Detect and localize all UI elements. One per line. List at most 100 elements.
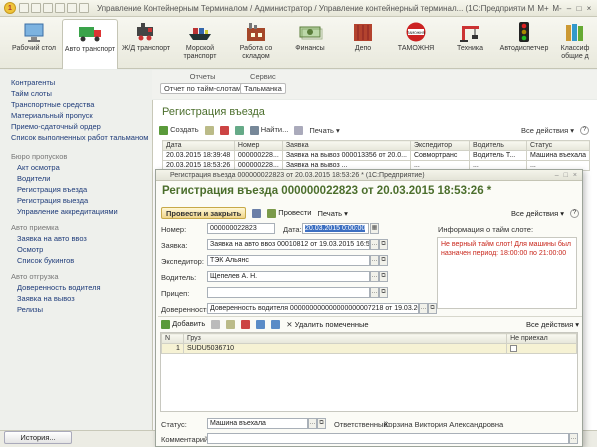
section-machinery[interactable]: Техника	[442, 19, 498, 67]
memory-mminus-button[interactable]: M-	[550, 4, 564, 13]
col-driver[interactable]: Водитель	[468, 140, 528, 151]
find-button[interactable]: Найти...	[249, 125, 288, 135]
back-icon[interactable]	[19, 3, 29, 13]
forwarder-field[interactable]: ТЭК Альянс	[207, 255, 370, 266]
create-button[interactable]: Создать	[159, 125, 199, 135]
cell-not-arrived-checkbox[interactable]	[506, 343, 577, 354]
move-down-icon[interactable]	[271, 319, 281, 329]
delete-icon[interactable]	[241, 319, 251, 329]
form-print-dropdown[interactable]: Печать ▾	[317, 209, 347, 218]
history-button[interactable]: История...	[4, 431, 72, 444]
all-actions-dropdown[interactable]: Все действия ▾	[521, 126, 574, 135]
trailer-field[interactable]	[207, 287, 370, 298]
comment-field[interactable]	[207, 433, 569, 444]
nav-link[interactable]: Материальный пропуск	[11, 111, 93, 120]
add-cargo-button[interactable]: Добавить	[161, 319, 205, 329]
history-icon[interactable]	[67, 3, 77, 13]
col-status[interactable]: Статус	[526, 140, 590, 151]
open-button[interactable]: ⧉	[379, 271, 388, 282]
nav-link[interactable]: Водители	[17, 174, 50, 183]
number-field[interactable]: 000000022823	[207, 223, 275, 234]
request-field[interactable]: Заявка на авто ввоз 00010812 от 19.03.20…	[207, 239, 370, 250]
nav-link[interactable]: Управление аккредитациями	[17, 207, 118, 216]
nav-link[interactable]: Заявка на авто ввоз	[17, 234, 87, 243]
favorites-icon[interactable]	[55, 3, 65, 13]
proxy-field[interactable]: Доверенность водителя 000000000000000000…	[207, 303, 419, 314]
col-number[interactable]: Номер	[233, 140, 283, 151]
responsible-value[interactable]: Корзина Виктория Александровна	[384, 420, 503, 429]
edit-icon[interactable]	[226, 319, 236, 329]
remove-marked-button[interactable]: ✕ Удалить помеченные	[286, 320, 368, 329]
col-request[interactable]: Заявка	[281, 140, 411, 151]
section-classifiers[interactable]: Классиф общие д	[550, 19, 597, 67]
form-help-icon[interactable]: ?	[570, 208, 579, 218]
section-sea-transport[interactable]: Морской транспорт	[172, 19, 228, 67]
nav-link[interactable]: Доверенность водителя	[17, 283, 101, 292]
form-maximize-button[interactable]: □	[564, 172, 568, 179]
section-desktop[interactable]: Рабочий стол	[6, 19, 62, 67]
nav-link[interactable]: Регистрация въезда	[17, 185, 87, 194]
timeslot-report-button[interactable]: Отчет по тайм-слотам	[160, 83, 246, 94]
calendar-icon[interactable]: ▦	[370, 223, 379, 234]
save-icon[interactable]	[252, 208, 262, 218]
select-button[interactable]: …	[370, 255, 379, 266]
section-depot[interactable]: Депо	[335, 19, 391, 67]
edit-icon[interactable]	[204, 125, 214, 135]
section-customs[interactable]: ТАМОЖНЯ ТАМОЖНЯ	[388, 19, 444, 67]
select-button[interactable]: …	[370, 271, 379, 282]
nav-link[interactable]: Заявка на вывоз	[17, 294, 75, 303]
nav-link[interactable]: Акт осмотра	[17, 163, 60, 172]
select-button[interactable]: …	[419, 303, 428, 314]
help-icon[interactable]: ?	[580, 125, 589, 135]
move-up-icon[interactable]	[256, 319, 266, 329]
1c-logo-icon[interactable]: 1	[4, 2, 16, 14]
home-icon[interactable]	[43, 3, 53, 13]
cancel-search-icon[interactable]	[294, 125, 304, 135]
select-button[interactable]: …	[370, 287, 379, 298]
nav-link[interactable]: Регистрация выезда	[17, 196, 88, 205]
select-button[interactable]: …	[370, 239, 379, 250]
refresh-icon[interactable]	[234, 125, 244, 135]
select-button[interactable]: …	[308, 418, 317, 429]
section-auto-transport[interactable]: Авто транспорт	[62, 19, 118, 69]
minimize-button[interactable]: –	[564, 4, 574, 13]
section-rail-transport[interactable]: Ж/Д транспорт	[118, 19, 174, 67]
col-date[interactable]: Дата	[162, 140, 235, 151]
open-button[interactable]: ⧉	[379, 239, 388, 250]
delete-icon[interactable]	[219, 125, 229, 135]
select-button[interactable]: …	[569, 433, 578, 444]
open-button[interactable]: ⧉	[379, 255, 388, 266]
post-button[interactable]: Провести	[267, 208, 311, 218]
table-row[interactable]: 20.03.2015 18:39:48 000000228... Заявка …	[162, 150, 590, 161]
nav-link[interactable]: Приемо-сдаточный ордер	[11, 122, 101, 131]
open-button[interactable]: ⧉	[317, 418, 326, 429]
open-button[interactable]: ⧉	[379, 287, 388, 298]
open-button[interactable]: ⧉	[428, 303, 437, 314]
copy-icon[interactable]	[211, 319, 221, 329]
nav-link[interactable]: Список букингов	[17, 256, 74, 265]
form-minimize-button[interactable]: –	[555, 172, 559, 179]
col-not-arrived[interactable]: Не приехал	[506, 333, 577, 344]
memory-m-button[interactable]: M	[526, 4, 536, 13]
search-icon[interactable]	[79, 3, 89, 13]
nav-link[interactable]: Релизы	[17, 305, 43, 314]
maximize-button[interactable]: □	[574, 4, 584, 13]
checkbox[interactable]	[510, 344, 518, 352]
col-cargo[interactable]: Груз	[182, 333, 508, 344]
section-finance[interactable]: Финансы	[282, 19, 338, 67]
nav-link[interactable]: Тайм слоты	[11, 89, 52, 98]
post-and-close-button[interactable]: Провести и закрыть	[161, 207, 247, 219]
form-close-button[interactable]: ×	[573, 172, 577, 179]
tallyman-button[interactable]: Тальманка	[240, 83, 286, 94]
close-button[interactable]: ×	[584, 4, 594, 13]
form-all-actions-dropdown[interactable]: Все действия ▾	[511, 209, 564, 218]
nav-link[interactable]: Транспортные средства	[11, 100, 94, 109]
driver-field[interactable]: Щепелев А. Н.	[207, 271, 370, 282]
nav-link[interactable]: Осмотр	[17, 245, 43, 254]
table-row[interactable]: 1 SUDU5036710	[161, 343, 577, 354]
nav-link[interactable]: Контрагенты	[11, 78, 55, 87]
col-n[interactable]: N	[161, 333, 184, 344]
status-field[interactable]: Машина въехала	[207, 418, 308, 429]
col-forwarder[interactable]: Экспедитор	[409, 140, 470, 151]
date-field[interactable]: 20.03.2015 0:00:00	[302, 223, 369, 234]
